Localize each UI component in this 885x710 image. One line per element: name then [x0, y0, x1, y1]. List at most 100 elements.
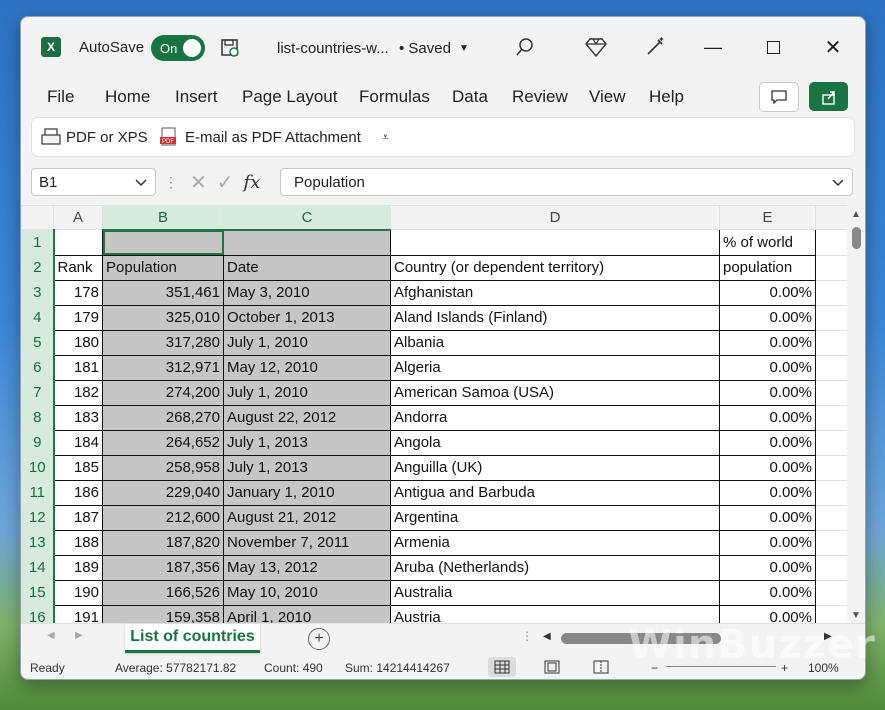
- population-cell[interactable]: 312,971: [102, 354, 224, 381]
- page-layout-view-button[interactable]: [538, 657, 566, 677]
- row-header[interactable]: 10: [21, 454, 55, 481]
- empty-cell[interactable]: [815, 354, 848, 381]
- tab-review[interactable]: Review: [512, 87, 568, 107]
- tab-home[interactable]: Home: [105, 87, 150, 107]
- row-header[interactable]: 14: [21, 554, 55, 581]
- page-break-view-button[interactable]: [587, 657, 615, 677]
- empty-cell[interactable]: [815, 579, 848, 606]
- population-cell[interactable]: 187,820: [102, 529, 224, 556]
- country-cell[interactable]: Austria: [390, 604, 720, 623]
- cell-b1[interactable]: [102, 229, 224, 256]
- vertical-scrollbar[interactable]: ▲ ▼: [847, 205, 865, 623]
- population-cell[interactable]: 264,652: [102, 429, 224, 456]
- scroll-left-icon[interactable]: ◀: [543, 631, 551, 642]
- rank-cell[interactable]: 181: [53, 354, 103, 381]
- cell-b2[interactable]: Population: [102, 254, 224, 281]
- percent-cell[interactable]: 0.00%: [719, 454, 816, 481]
- empty-cell[interactable]: [815, 279, 848, 306]
- empty-cell[interactable]: [815, 529, 848, 556]
- row-header[interactable]: 12: [21, 504, 55, 531]
- row-header[interactable]: 5: [21, 329, 55, 356]
- empty-cell[interactable]: [815, 454, 848, 481]
- document-name[interactable]: list-countries-w...: [277, 37, 389, 59]
- saved-status[interactable]: • Saved ▼: [399, 37, 469, 59]
- country-cell[interactable]: Angola: [390, 429, 720, 456]
- scroll-down-icon[interactable]: ▼: [851, 610, 861, 621]
- empty-cell[interactable]: [815, 379, 848, 406]
- column-header-d[interactable]: D: [390, 205, 720, 230]
- empty-cell[interactable]: [815, 554, 848, 581]
- row-header[interactable]: 16: [21, 604, 55, 623]
- date-cell[interactable]: July 1, 2010: [223, 379, 391, 406]
- percent-cell[interactable]: 0.00%: [719, 554, 816, 581]
- normal-view-button[interactable]: [488, 657, 516, 677]
- country-cell[interactable]: Aruba (Netherlands): [390, 554, 720, 581]
- empty-cell[interactable]: [815, 304, 848, 331]
- row-header[interactable]: 15: [21, 579, 55, 606]
- column-header-a[interactable]: A: [53, 205, 103, 230]
- population-cell[interactable]: 159,358: [102, 604, 224, 623]
- close-button[interactable]: ✕: [813, 31, 853, 63]
- tab-data[interactable]: Data: [452, 87, 488, 107]
- row-header[interactable]: 6: [21, 354, 55, 381]
- country-cell[interactable]: Antigua and Barbuda: [390, 479, 720, 506]
- country-cell[interactable]: Armenia: [390, 529, 720, 556]
- population-cell[interactable]: 212,600: [102, 504, 224, 531]
- empty-cell[interactable]: [815, 504, 848, 531]
- percent-cell[interactable]: 0.00%: [719, 504, 816, 531]
- rank-cell[interactable]: 184: [53, 429, 103, 456]
- cell-f1[interactable]: [815, 229, 848, 256]
- rank-cell[interactable]: 188: [53, 529, 103, 556]
- percent-cell[interactable]: 0.00%: [719, 429, 816, 456]
- rank-cell[interactable]: 182: [53, 379, 103, 406]
- country-cell[interactable]: Argentina: [390, 504, 720, 531]
- cell-c2[interactable]: Date: [223, 254, 391, 281]
- date-cell[interactable]: August 21, 2012: [223, 504, 391, 531]
- population-cell[interactable]: 187,356: [102, 554, 224, 581]
- comments-button[interactable]: [759, 82, 799, 112]
- insert-function-button[interactable]: fx: [244, 172, 261, 193]
- percent-cell[interactable]: 0.00%: [719, 354, 816, 381]
- rank-cell[interactable]: 179: [53, 304, 103, 331]
- date-cell[interactable]: April 1, 2010: [223, 604, 391, 623]
- row-header[interactable]: 3: [21, 279, 55, 306]
- population-cell[interactable]: 274,200: [102, 379, 224, 406]
- empty-cell[interactable]: [815, 604, 848, 623]
- percent-cell[interactable]: 0.00%: [719, 479, 816, 506]
- row-header[interactable]: 1: [21, 229, 55, 256]
- scroll-up-icon[interactable]: ▲: [851, 209, 861, 220]
- population-cell[interactable]: 268,270: [102, 404, 224, 431]
- percent-cell[interactable]: 0.00%: [719, 404, 816, 431]
- empty-cell[interactable]: [815, 404, 848, 431]
- formula-input[interactable]: Population: [280, 168, 853, 196]
- date-cell[interactable]: November 7, 2011: [223, 529, 391, 556]
- row-header[interactable]: 4: [21, 304, 55, 331]
- date-cell[interactable]: May 3, 2010: [223, 279, 391, 306]
- percent-cell[interactable]: 0.00%: [719, 279, 816, 306]
- population-cell[interactable]: 351,461: [102, 279, 224, 306]
- minimize-button[interactable]: —: [693, 31, 733, 63]
- date-cell[interactable]: August 22, 2012: [223, 404, 391, 431]
- rank-cell[interactable]: 180: [53, 329, 103, 356]
- date-cell[interactable]: July 1, 2013: [223, 429, 391, 456]
- empty-cell[interactable]: [815, 329, 848, 356]
- row-header[interactable]: 13: [21, 529, 55, 556]
- row-header[interactable]: 8: [21, 404, 55, 431]
- pdf-xps-button[interactable]: PDF or XPS: [41, 118, 148, 156]
- percent-cell[interactable]: 0.00%: [719, 604, 816, 623]
- sheet-tab-list-of-countries[interactable]: List of countries: [125, 624, 260, 653]
- rank-cell[interactable]: 185: [53, 454, 103, 481]
- percent-cell[interactable]: 0.00%: [719, 379, 816, 406]
- rank-cell[interactable]: 178: [53, 279, 103, 306]
- population-cell[interactable]: 325,010: [102, 304, 224, 331]
- cell-d1[interactable]: [390, 229, 720, 256]
- country-cell[interactable]: Australia: [390, 579, 720, 606]
- population-cell[interactable]: 258,958: [102, 454, 224, 481]
- column-header-f[interactable]: [815, 205, 848, 230]
- cell-c1[interactable]: [223, 229, 391, 256]
- diamond-icon[interactable]: [584, 35, 608, 59]
- tab-help[interactable]: Help: [649, 87, 684, 107]
- country-cell[interactable]: Aland Islands (Finland): [390, 304, 720, 331]
- date-cell[interactable]: July 1, 2013: [223, 454, 391, 481]
- date-cell[interactable]: May 12, 2010: [223, 354, 391, 381]
